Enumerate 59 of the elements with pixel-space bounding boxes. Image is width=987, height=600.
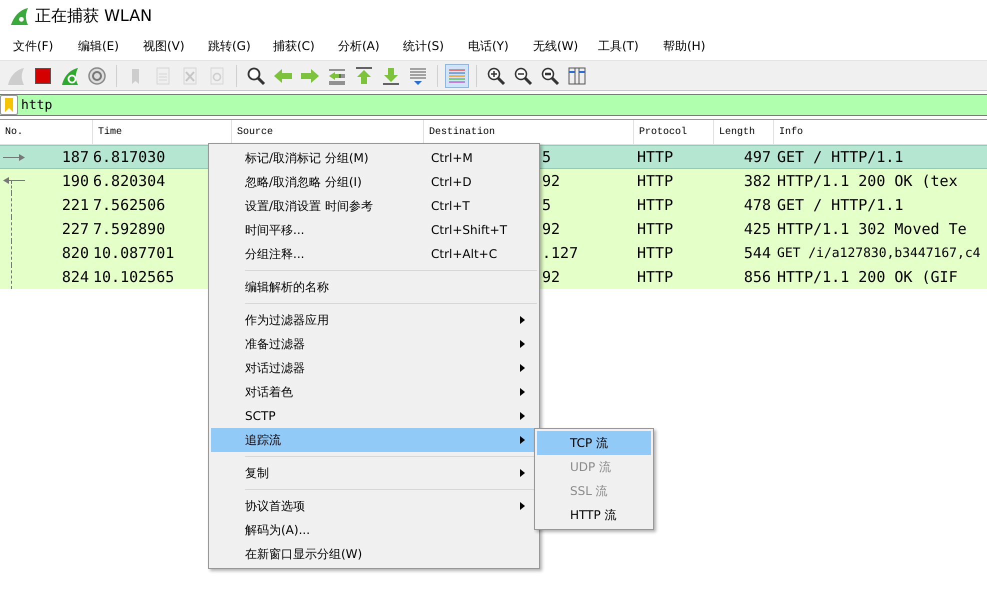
table-cell-text: 820 [60,244,90,262]
table-cell-text: 382 [742,172,772,190]
menu-label: 时间平移... [244,222,306,238]
table-cell-text: 10.102565 [93,268,176,286]
shortcut-text: Ctrl+Alt+C [431,247,498,261]
shortcut-text: Ctrl+D [431,175,472,189]
table-cell-text: 478 [742,196,772,214]
menu-label: 对话着色 [244,384,294,400]
table-cell-text: 824 [60,268,90,286]
table-cell-text: GET /i/a127830,b3447167,c4 [776,246,982,260]
menu-label: 设置/取消设置 时间参考 [244,198,374,214]
table-cell-text: 221 [60,196,90,214]
table-cell-text: 5 [542,148,552,166]
table-cell-text: HTTP [636,172,674,190]
menu-label: 分组注释... [244,246,306,262]
menu-label: 复制 [244,464,270,482]
table-cell-text: 856 [742,268,772,286]
table-cell-text: 6.817030 [93,148,166,166]
table-cell-text: 7.592890 [93,220,166,238]
menu-label: 编辑解析的名称 [244,278,330,296]
menu-label: 解码为(A)... [244,522,312,538]
table-cell-text: 92 [542,268,562,286]
shortcut-text: Ctrl+M [431,151,473,165]
menu-label: SCTP [244,409,277,423]
table-cell-text: 7.562506 [93,196,166,214]
menu-label: 忽略/取消忽略 分组(I) [244,174,363,190]
table-cell-text: GET / HTTP/1.1 [776,196,904,214]
menu-label: 对话过滤器 [244,360,306,376]
table-cell-text: 227 [60,220,90,238]
shortcut-text: Ctrl+T [431,199,470,213]
table-cell-text: HTTP [636,196,674,214]
table-cell-text: 187 [60,148,90,166]
table-cell-text: 92 [542,172,562,190]
table-cell-text: HTTP/1.1 200 OK (tex [776,172,959,190]
table-cell-text: 6.820304 [93,172,166,190]
table-cell-text: GET / HTTP/1.1 [776,148,904,166]
menu-label: 协议首选项 [244,498,306,514]
table-cell-text: HTTP/1.1 302 Moved Te [776,220,968,238]
table-cell-text: .127 [542,244,580,262]
filter-text: http [21,98,52,112]
table-cell-text: 425 [742,220,772,238]
window-title: 正在捕获 WLAN [35,6,152,26]
table-cell-text: 5 [542,196,552,214]
table-cell-text: HTTP [636,268,674,286]
menu-label: 作为过滤器应用 [244,312,330,328]
table-cell-text: HTTP [636,244,674,262]
menu-label: 标记/取消标记 分组(M) [244,150,370,166]
table-cell-text: 10.087701 [93,244,176,262]
shortcut-text: Ctrl+Shift+T [431,223,508,237]
table-cell-text: HTTP/1.1 200 OK (GIF [776,268,959,286]
table-cell-text: HTTP [636,148,674,166]
table-cell-text: 92 [542,220,562,238]
menu-label: 在新窗口显示分组(W) [244,546,364,562]
table-cell-text: HTTP [636,220,674,238]
table-cell-text: 544 [742,244,772,262]
table-cell-text: 497 [742,148,772,166]
table-cell-text: 190 [60,172,90,190]
menu-label: 准备过滤器 [244,336,306,352]
menu-label: 追踪流 [244,432,282,448]
